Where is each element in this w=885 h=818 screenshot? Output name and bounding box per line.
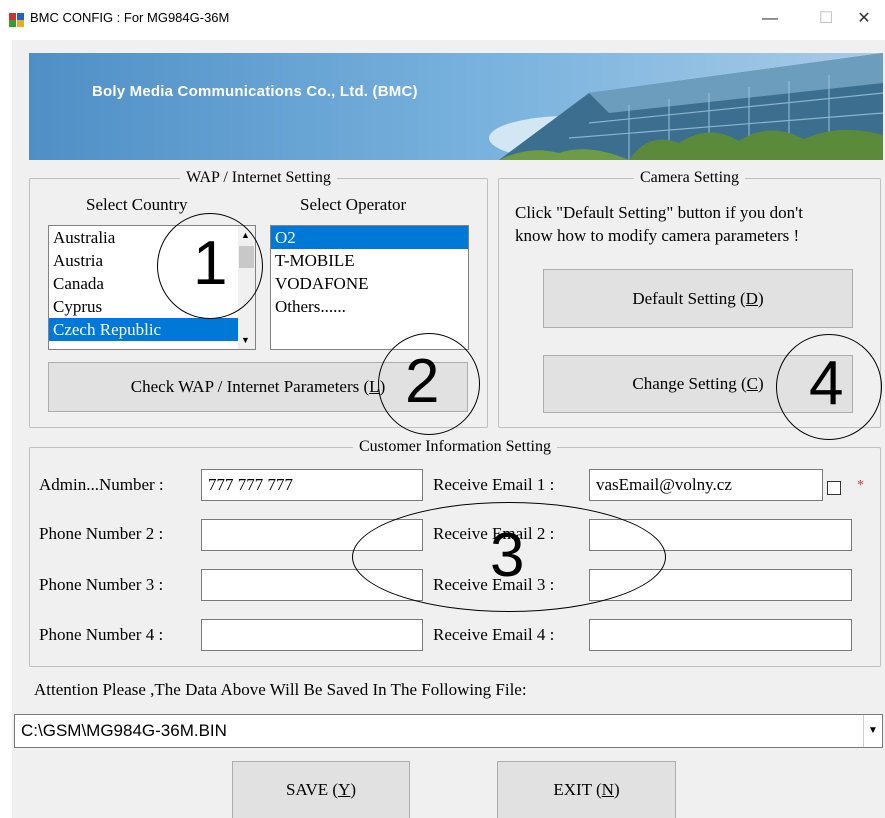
exit-button[interactable]: EXIT (N) <box>497 761 676 818</box>
banner-image <box>29 53 883 160</box>
select-country-label: Select Country <box>86 195 188 214</box>
admin-number-input[interactable] <box>201 469 423 501</box>
phone-number-4-label: Phone Number 4 : <box>39 625 164 644</box>
country-list-item[interactable]: Czech Republic <box>49 318 255 341</box>
annotation-number-3: 3 <box>490 521 525 590</box>
select-operator-label: Select Operator <box>300 195 407 214</box>
save-button[interactable]: SAVE (Y) <box>232 761 410 818</box>
operator-list-item[interactable]: VODAFONE <box>271 272 468 295</box>
receive-email-4-label: Receive Email 4 : <box>433 625 555 644</box>
banner-company-name: Boly Media Communications Co., Ltd. (BMC… <box>92 83 418 100</box>
maximize-button[interactable]: ☐ <box>811 6 841 32</box>
company-banner: Boly Media Communications Co., Ltd. (BMC… <box>29 53 883 160</box>
wap-group-title: WAP / Internet Setting <box>180 169 337 186</box>
camera-hint-line2: know how to modify camera parameters ! <box>515 226 800 245</box>
annotation-number-4: 4 <box>809 349 844 418</box>
required-star-icon: * <box>857 478 864 493</box>
operator-listbox[interactable]: O2 T-MOBILE VODAFONE Others...... <box>270 225 469 350</box>
window-title: BMC CONFIG : For MG984G-36M <box>30 10 230 25</box>
file-path-combobox[interactable]: C:\GSM\MG984G-36M.BIN ▼ <box>14 714 883 748</box>
title-bar: BMC CONFIG : For MG984G-36M — ☐ ✕ <box>0 0 885 40</box>
receive-email-1-input[interactable] <box>589 469 823 501</box>
close-button[interactable]: ✕ <box>849 6 879 32</box>
camera-hint-line1: Click "Default Setting" button if you do… <box>515 203 803 222</box>
phone-number-4-input[interactable] <box>201 619 423 651</box>
dropdown-arrow-icon[interactable]: ▼ <box>863 715 882 747</box>
email-1-checkbox[interactable] <box>827 481 841 495</box>
customer-group-title: Customer Information Setting <box>353 438 557 455</box>
operator-list-item[interactable]: T-MOBILE <box>271 249 468 272</box>
scroll-down-icon[interactable]: ▼ <box>241 335 250 345</box>
file-path-value: C:\GSM\MG984G-36M.BIN <box>21 721 227 740</box>
receive-email-1-label: Receive Email 1 : <box>433 475 555 494</box>
phone-number-3-label: Phone Number 3 : <box>39 575 164 594</box>
app-logo-icon <box>9 13 24 27</box>
operator-list-item[interactable]: Others...... <box>271 295 468 318</box>
admin-number-label: Admin...Number : <box>39 475 164 494</box>
annotation-number-2: 2 <box>405 347 440 416</box>
annotation-number-1: 1 <box>193 229 228 298</box>
default-setting-button[interactable]: Default Setting (D) <box>543 269 853 328</box>
camera-group-title: Camera Setting <box>633 169 746 186</box>
save-file-attention-text: Attention Please ,The Data Above Will Be… <box>34 680 527 699</box>
operator-list-item[interactable]: O2 <box>271 226 468 249</box>
receive-email-4-input[interactable] <box>589 619 852 651</box>
minimize-button[interactable]: — <box>755 6 785 32</box>
phone-number-2-label: Phone Number 2 : <box>39 524 164 543</box>
